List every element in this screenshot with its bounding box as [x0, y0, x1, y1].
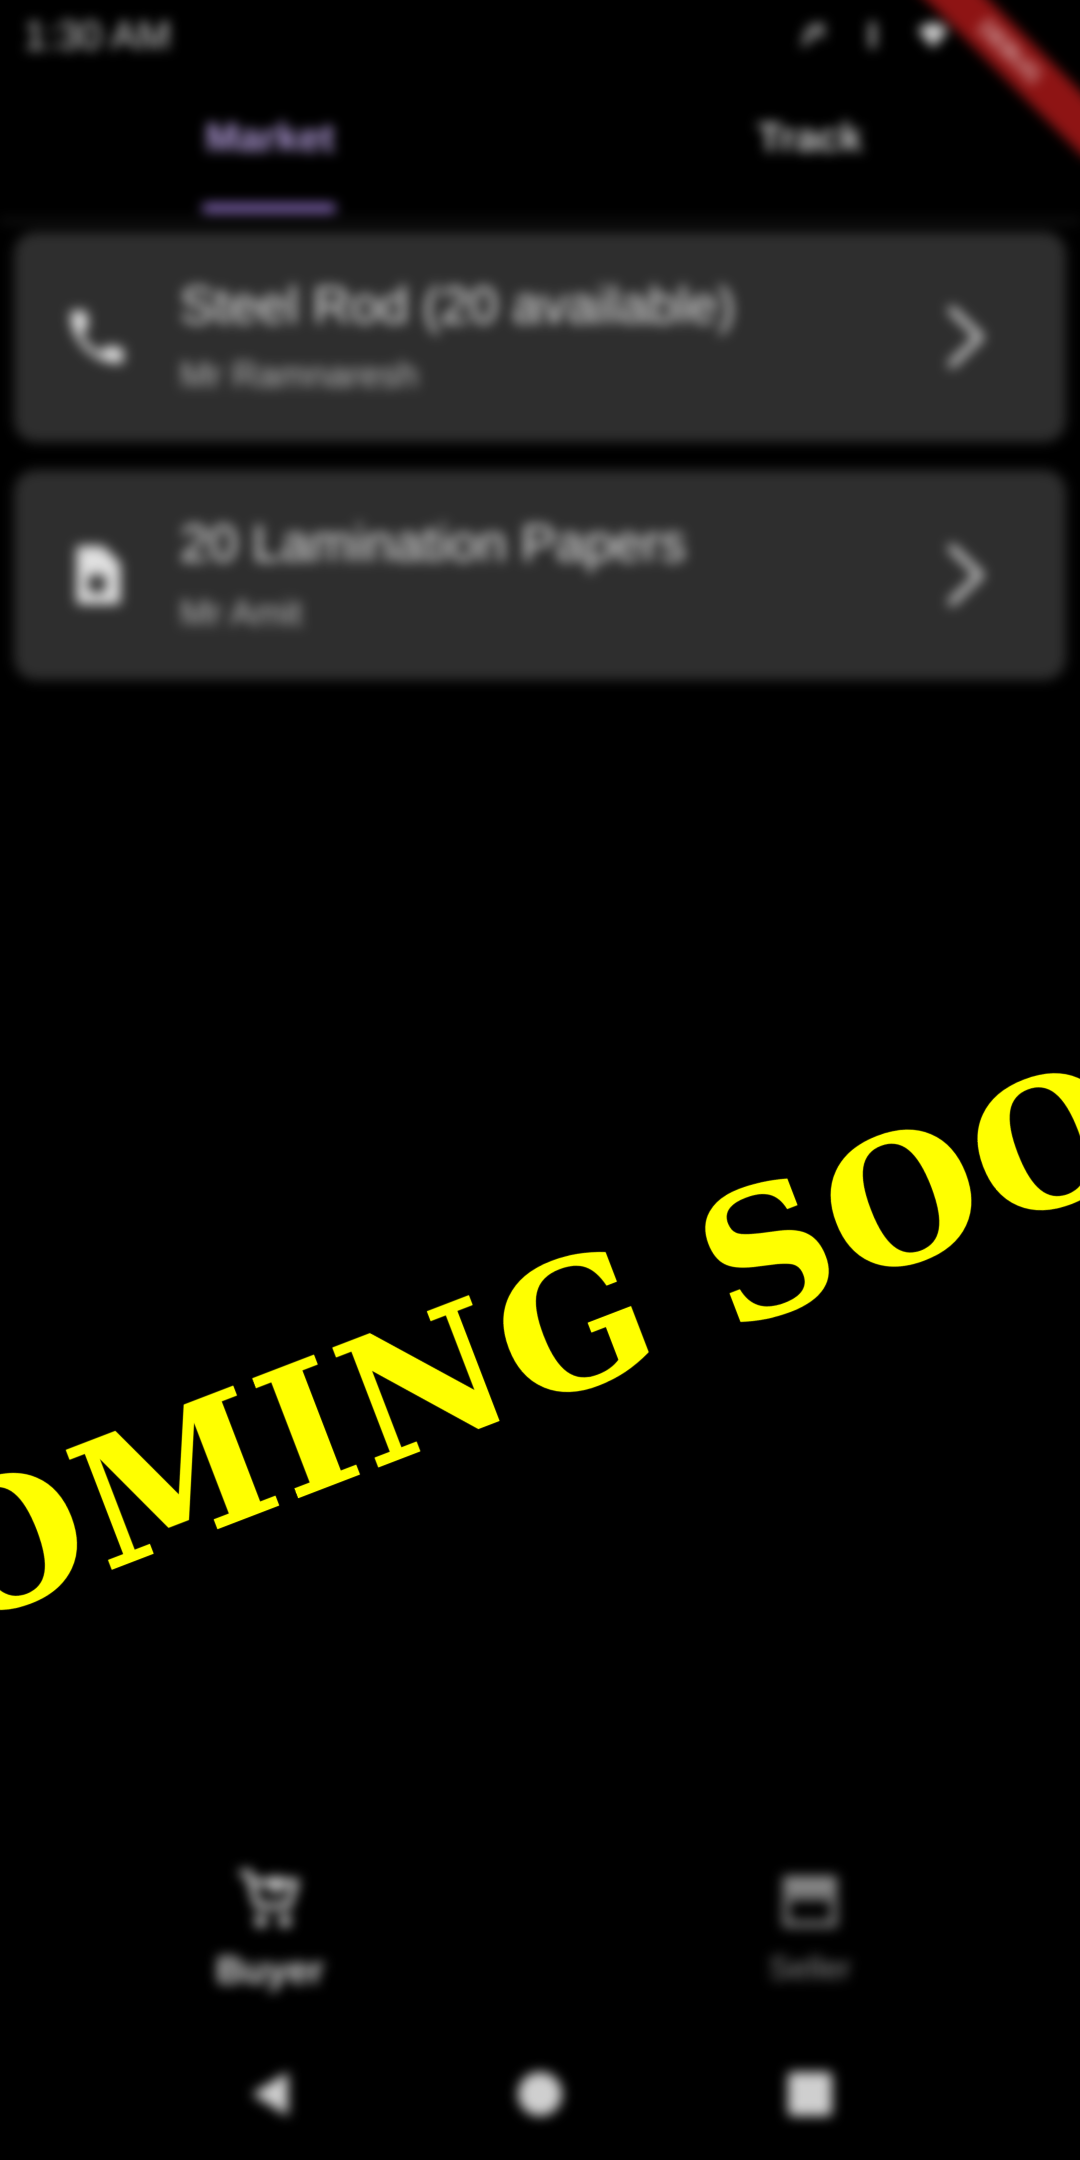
nav-label: Buyer: [216, 1950, 324, 1992]
tab-indicator: [202, 204, 336, 212]
tab-market[interactable]: Market: [0, 116, 540, 161]
wifi-icon: [916, 16, 950, 54]
listing-title: 20 Lamination Papers: [180, 515, 686, 573]
recents-icon[interactable]: [782, 2066, 838, 2122]
signal-icon: [856, 16, 890, 54]
listing-subtitle: Mr Amit: [180, 592, 302, 633]
app-screen: 1:30 AM DEBUG Market Track Steel Rod (20…: [0, 0, 1080, 2160]
silent-icon: [796, 16, 830, 54]
status-time: 1:30 AM: [24, 14, 171, 58]
listing-subtitle: Mr Ramnaresh: [180, 354, 419, 395]
home-icon[interactable]: [512, 2066, 568, 2122]
back-icon[interactable]: [242, 2066, 298, 2122]
phone-icon: [62, 302, 132, 372]
tab-track[interactable]: Track: [540, 116, 1080, 161]
chevron-right-icon: [936, 542, 996, 608]
listing-item[interactable]: 20 Lamination Papers Mr Amit: [14, 470, 1066, 680]
bottom-navigation: Buyer Seller: [0, 1840, 1080, 2020]
chevron-right-icon: [936, 304, 996, 370]
nav-label: Seller: [769, 1950, 851, 1986]
nav-item-seller[interactable]: Seller: [540, 1864, 1080, 1987]
document-icon: [62, 540, 132, 610]
nav-item-buyer[interactable]: Buyer: [0, 1864, 540, 1993]
store-icon: [774, 1864, 846, 1936]
status-bar: 1:30 AM DEBUG: [0, 0, 1080, 160]
system-navigation-bar: [0, 2020, 1080, 2160]
tab-bar: Market Track: [0, 80, 1080, 222]
listing-title: Steel Rod (20 available): [180, 277, 735, 335]
cart-icon: [234, 1864, 306, 1936]
listing-item[interactable]: Steel Rod (20 available) Mr Ramnaresh: [14, 232, 1066, 442]
